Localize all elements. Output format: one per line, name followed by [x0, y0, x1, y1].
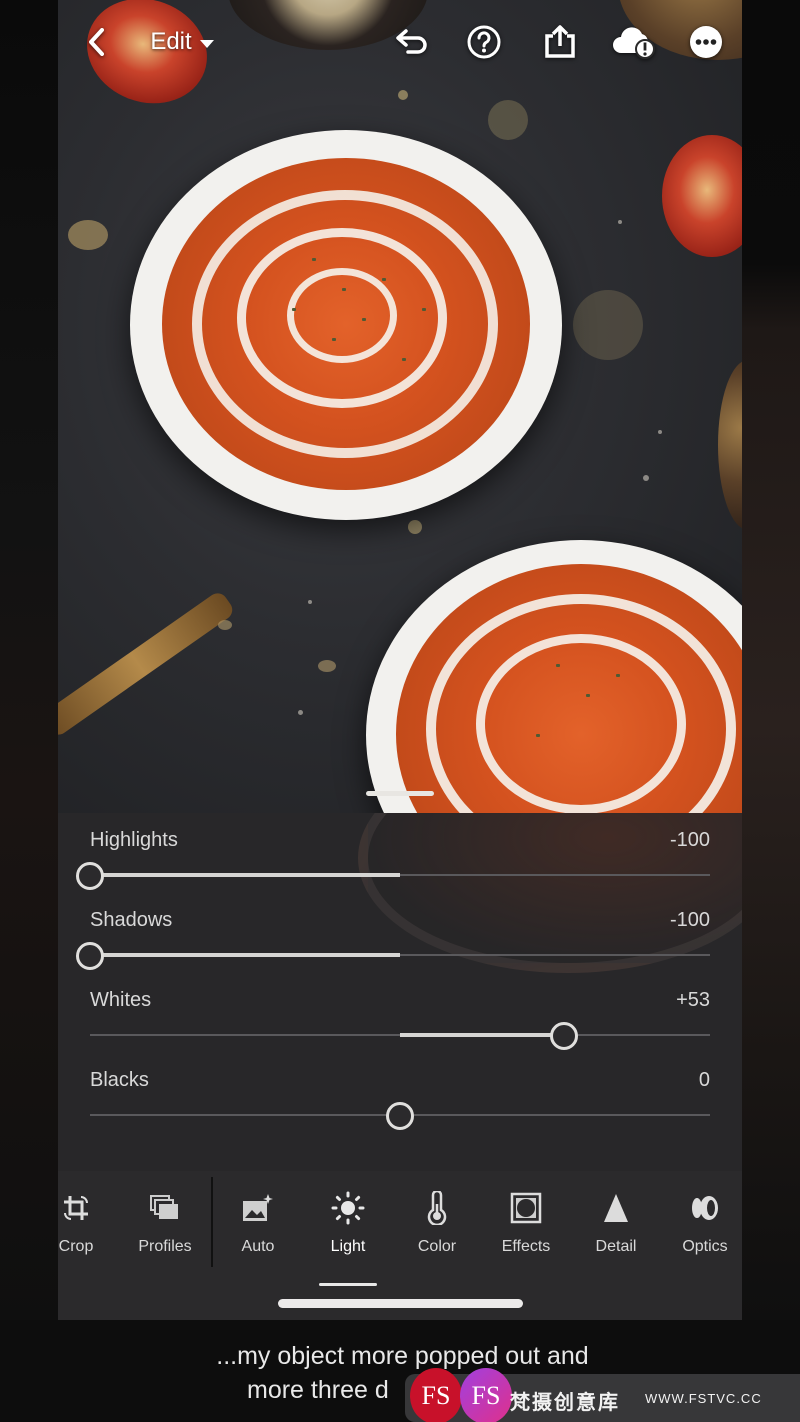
whites-label: Whites: [90, 989, 152, 1011]
highlights-slider-row: Highlights -100: [76, 813, 710, 893]
home-indicator[interactable]: [278, 1299, 523, 1308]
profiles-icon: [150, 1195, 178, 1219]
optics-icon: [692, 1196, 718, 1220]
undo-icon: [396, 29, 427, 54]
tool-light[interactable]: Light: [308, 1191, 388, 1286]
tool-color[interactable]: Color: [397, 1191, 477, 1271]
tool-color-label: Color: [417, 1238, 457, 1255]
photo-wood-spoon: [718, 360, 742, 530]
highlights-value: -100: [669, 829, 710, 851]
light-icon: [331, 1191, 365, 1225]
watermark-banner: FS FS 梵摄创意库 WWW.FSTVC.CC: [405, 1368, 800, 1422]
top-bar: Edit: [58, 18, 742, 66]
cloud-alert-icon: [613, 27, 655, 59]
watermark-name: 梵摄创意库: [510, 1392, 620, 1414]
more-icon: [690, 26, 722, 58]
color-icon: [427, 1191, 447, 1225]
edit-mode-label: Edit: [150, 28, 192, 55]
background-blur-left: [0, 0, 58, 1320]
tool-light-label: Light: [330, 1238, 366, 1255]
photo-preview[interactable]: [58, 0, 742, 813]
photo-soup-bowl: [130, 130, 562, 520]
shadows-value: -100: [669, 909, 710, 931]
lightroom-mobile-screen: Edit Highlights -100 Shadows -100 Whites…: [58, 0, 742, 1320]
shadows-label: Shadows: [90, 909, 173, 931]
photo-tomato: [662, 135, 742, 257]
subtitle-line-1: ...my object more popped out and: [216, 1342, 589, 1370]
background-blur-right: [742, 0, 800, 1320]
share-icon: [545, 25, 575, 58]
effects-icon: [510, 1192, 542, 1224]
tool-auto-label: Auto: [241, 1238, 275, 1255]
help-button[interactable]: [462, 18, 506, 66]
tool-optics-label: Optics: [682, 1238, 728, 1255]
more-button[interactable]: [684, 18, 728, 66]
blacks-slider-thumb[interactable]: [386, 1102, 414, 1130]
active-tool-indicator: [319, 1283, 377, 1286]
whites-slider-fill: [400, 1033, 565, 1037]
caret-down-icon: [199, 39, 214, 48]
cloud-sync-warning-button[interactable]: [610, 18, 658, 66]
highlights-slider-fill: [90, 873, 400, 877]
whites-value: +53: [676, 989, 710, 1011]
whites-slider-thumb[interactable]: [550, 1022, 579, 1050]
blacks-label: Blacks: [90, 1069, 149, 1091]
tool-profiles[interactable]: Profiles: [125, 1191, 205, 1271]
tool-effects-label: Effects: [501, 1238, 551, 1255]
tools-divider: [211, 1177, 213, 1267]
whites-slider-row: Whites +53: [90, 973, 710, 1053]
tool-auto[interactable]: Auto: [218, 1191, 298, 1271]
shadows-slider-fill: [90, 953, 400, 957]
subtitle-line-2: more three d: [247, 1376, 389, 1404]
help-icon: [467, 25, 501, 59]
tool-effects[interactable]: Effects: [486, 1191, 566, 1271]
video-frame: Edit Highlights -100 Shadows -100 Whites…: [0, 0, 800, 1422]
edit-tools-bar: Crop Profiles Auto Light Color Effects D…: [58, 1171, 742, 1320]
tool-crop-label: Crop: [58, 1238, 94, 1255]
tool-profiles-label: Profiles: [138, 1238, 192, 1255]
watermark-logo-red: FS: [410, 1368, 462, 1422]
sheet-drag-handle[interactable]: [366, 791, 434, 796]
share-button[interactable]: [538, 18, 582, 66]
blacks-slider-row: Blacks 0: [90, 1053, 710, 1133]
shadows-slider-row: Shadows -100: [76, 893, 710, 973]
photo-spoon: [58, 589, 237, 739]
back-button[interactable]: [78, 18, 114, 66]
edit-mode-dropdown[interactable]: Edit: [142, 18, 222, 66]
highlights-label: Highlights: [90, 829, 178, 851]
crop-icon: [64, 1196, 88, 1220]
detail-icon: [604, 1194, 628, 1222]
tool-optics[interactable]: Optics: [665, 1191, 742, 1271]
undo-button[interactable]: [390, 18, 434, 66]
tool-detail[interactable]: Detail: [576, 1191, 656, 1271]
shadows-slider-thumb[interactable]: [76, 942, 104, 970]
light-adjustment-panel: Highlights -100 Shadows -100 Whites +53: [58, 813, 742, 1171]
watermark-url: WWW.FSTVC.CC: [645, 1391, 762, 1406]
chevron-left-icon: [89, 28, 104, 56]
highlights-slider-thumb[interactable]: [76, 862, 104, 890]
tool-detail-label: Detail: [595, 1238, 637, 1255]
blacks-value: 0: [698, 1069, 710, 1091]
photo-soup-bowl: [366, 540, 742, 813]
watermark-logo-pink: FS: [460, 1368, 512, 1422]
auto-icon: [243, 1194, 273, 1221]
tool-crop[interactable]: Crop: [58, 1191, 116, 1271]
